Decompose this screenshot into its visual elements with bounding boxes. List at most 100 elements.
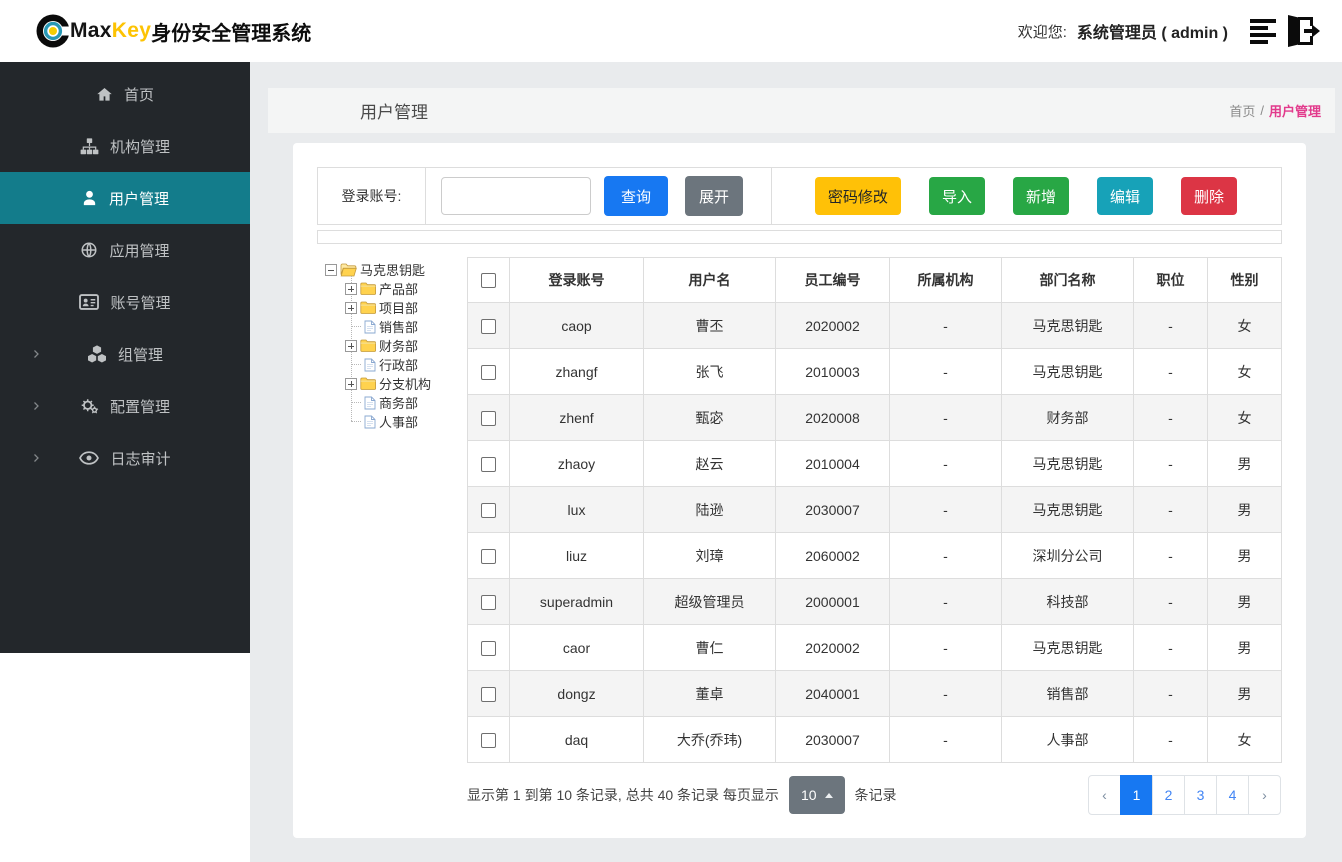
page-2[interactable]: 2: [1152, 775, 1185, 815]
row-checkbox[interactable]: [481, 364, 496, 380]
sidebar-item-user[interactable]: 用户管理: [0, 172, 250, 224]
tree-node-file[interactable]: 商务部: [345, 393, 467, 412]
edit-button[interactable]: 编辑: [1096, 177, 1153, 215]
login-account-input[interactable]: [441, 177, 591, 215]
expand-button[interactable]: 展开: [685, 176, 743, 216]
sidebar-item-org[interactable]: 机构管理: [0, 120, 250, 172]
tree-node-file[interactable]: 行政部: [345, 355, 467, 374]
cell-department: 销售部: [1001, 670, 1134, 717]
tree-node-folder[interactable]: 财务部: [345, 336, 467, 355]
row-checkbox[interactable]: [481, 502, 496, 518]
tree-expand-toggle[interactable]: [345, 339, 357, 352]
page-prev[interactable]: ‹: [1088, 775, 1121, 815]
cell-department: 科技部: [1001, 578, 1134, 625]
row-checkbox[interactable]: [481, 732, 496, 748]
cell-employee-no: 2000001: [775, 578, 890, 625]
brand-key: Key: [111, 19, 152, 42]
cell-department: 马克思钥匙: [1001, 486, 1134, 533]
row-checkbox[interactable]: [481, 456, 496, 472]
cell-gender: 男: [1207, 486, 1282, 533]
table-head: 登录账号 用户名 员工编号 所属机构 部门名称 职位 性别: [467, 257, 1282, 303]
audit-icon: [79, 450, 100, 466]
page-4[interactable]: 4: [1216, 775, 1249, 815]
tree-line: [351, 364, 361, 365]
table-row: superadmin 超级管理员 2000001- 科技部 - 男: [467, 578, 1282, 625]
sidebar-item-account[interactable]: 账号管理: [0, 276, 250, 328]
tree-node-folder[interactable]: 项目部: [345, 298, 467, 317]
page-1[interactable]: 1: [1120, 775, 1153, 815]
table-row: lux 陆逊 2030007- 马克思钥匙 - 男: [467, 486, 1282, 533]
table-row: dongz 董卓 2040001- 销售部 - 男: [467, 670, 1282, 717]
search-input-cell: 查询 展开: [426, 168, 772, 224]
page-next[interactable]: ›: [1248, 775, 1281, 815]
folder-icon: [360, 377, 376, 390]
logout-icon[interactable]: [1284, 15, 1320, 47]
table-wrap: 登录账号 用户名 员工编号 所属机构 部门名称 职位 性别 caop 曹丕 2020002- 马克…: [467, 257, 1282, 815]
select-all-checkbox[interactable]: [481, 273, 496, 289]
delete-button[interactable]: 删除: [1180, 177, 1237, 215]
tree-expand-toggle[interactable]: [345, 301, 357, 314]
cell-department: 马克思钥匙: [1001, 440, 1134, 487]
cell-employee-no: 2020008: [775, 394, 890, 441]
cell-login-account: superadmin: [509, 578, 644, 625]
cell-username: 超级管理员: [643, 578, 776, 625]
cell-position: -: [1133, 670, 1208, 717]
cell-login-account: dongz: [509, 670, 644, 717]
query-button[interactable]: 查询: [604, 176, 668, 216]
sidebar-item-label: 首页: [123, 86, 154, 104]
change-password-button[interactable]: 密码修改: [814, 177, 901, 215]
tree-node-label: 项目部: [379, 301, 419, 316]
tree-collapse-toggle[interactable]: [325, 263, 337, 276]
tree-node-file[interactable]: 销售部: [345, 317, 467, 336]
tree-node-folder[interactable]: 分支机构: [345, 374, 467, 393]
table-row: daq 大乔(乔玮) 2030007- 人事部 - 女: [467, 716, 1282, 763]
row-checkbox[interactable]: [481, 548, 496, 564]
row-select-cell: [467, 348, 510, 395]
table-row: caor 曹仁 2020002- 马克思钥匙 - 男: [467, 624, 1282, 671]
sidebar-item-home[interactable]: 首页: [0, 68, 250, 120]
sidebar-item-label: 机构管理: [109, 138, 170, 156]
body-row: 马克思钥匙 产品部 项目部 销售部 财务部 行政部 分支机构 商务部 人事部 登录账号 用户名 员工…: [317, 257, 1282, 815]
sidebar-item-label: 组管理: [117, 346, 163, 364]
cell-organization: -: [889, 578, 1002, 625]
cell-login-account: daq: [509, 716, 644, 763]
menu-list-icon[interactable]: [1250, 18, 1278, 44]
table-body: caop 曹丕 2020002- 马克思钥匙 - 女 zhangf 张飞 2010003- 马克思…: [467, 302, 1282, 763]
row-checkbox[interactable]: [481, 410, 496, 426]
sidebar-item-group[interactable]: 组管理: [0, 328, 250, 380]
page-size-dropdown[interactable]: 10: [788, 776, 845, 814]
sidebar-item-label: 用户管理: [108, 190, 169, 208]
cell-department: 马克思钥匙: [1001, 348, 1134, 395]
tree-node-file[interactable]: 人事部: [345, 412, 467, 431]
toolbar-strip: [317, 230, 1282, 244]
breadcrumb-home[interactable]: 首页: [1229, 101, 1255, 120]
page-3[interactable]: 3: [1184, 775, 1217, 815]
folder-icon: [360, 339, 376, 352]
select-all-header-cell: [467, 257, 510, 303]
cell-employee-no: 2010003: [775, 348, 890, 395]
tree-root-node[interactable]: 马克思钥匙: [325, 260, 467, 279]
import-button[interactable]: 导入: [928, 177, 985, 215]
add-button[interactable]: 新增: [1012, 177, 1069, 215]
cell-organization: -: [889, 302, 1002, 349]
sidebar-item-app[interactable]: 应用管理: [0, 224, 250, 276]
row-checkbox[interactable]: [481, 318, 496, 334]
tree-line: [351, 402, 361, 403]
top-header: MaxKey 身份安全管理系统 欢迎您: 系统管理员 ( admin ): [0, 0, 1342, 62]
row-checkbox[interactable]: [481, 594, 496, 610]
tree-expand-toggle[interactable]: [345, 377, 357, 390]
tree-node-folder[interactable]: 产品部: [345, 279, 467, 298]
cell-username: 曹丕: [643, 302, 776, 349]
row-select-cell: [467, 486, 510, 533]
row-checkbox[interactable]: [481, 640, 496, 656]
cell-employee-no: 2020002: [775, 302, 890, 349]
row-checkbox[interactable]: [481, 686, 496, 702]
cell-employee-no: 2060002: [775, 532, 890, 579]
sidebar-item-audit[interactable]: 日志审计: [0, 432, 250, 484]
tree-node-label: 马克思钥匙: [360, 263, 426, 278]
records-unit: 条记录: [854, 787, 897, 803]
cell-login-account: caor: [509, 624, 644, 671]
tree-expand-toggle[interactable]: [345, 282, 357, 295]
cell-department: 深圳分公司: [1001, 532, 1134, 579]
sidebar-item-config[interactable]: 配置管理: [0, 380, 250, 432]
